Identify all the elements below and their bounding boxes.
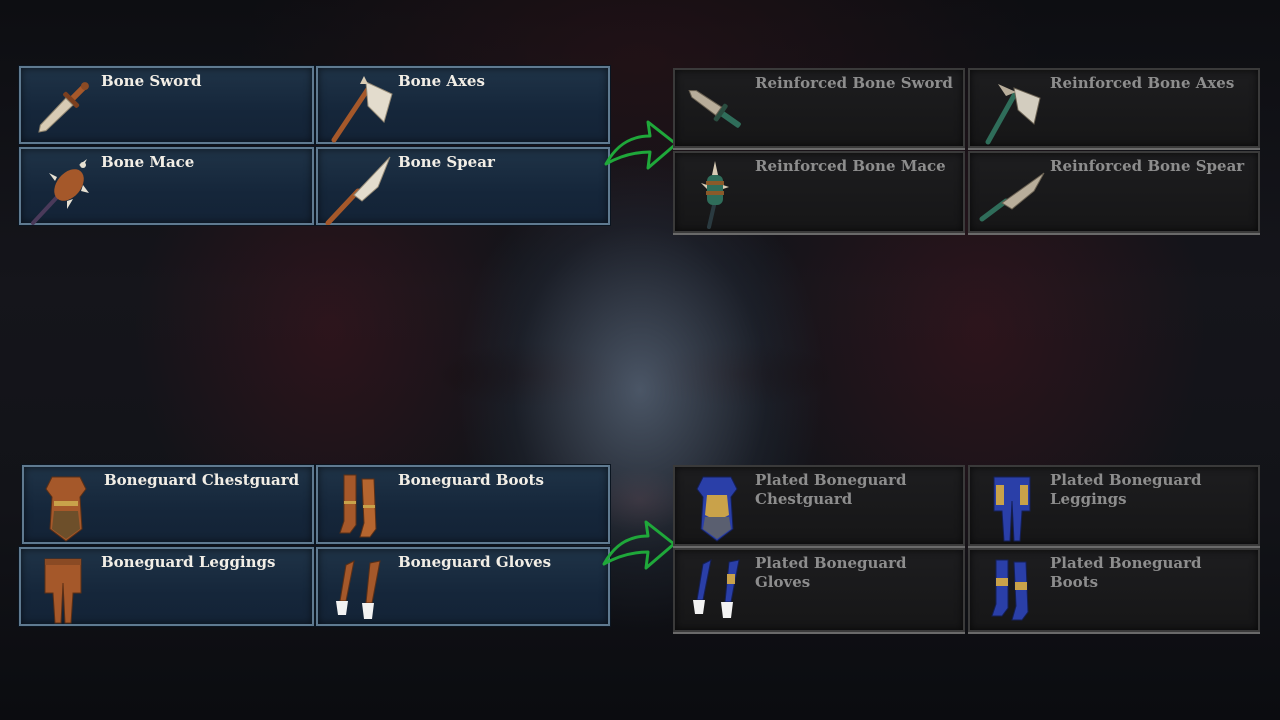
item-name: Boneguard Chestguard [104, 471, 300, 489]
item-name: Bone Spear [398, 153, 495, 171]
item-card-plated-boneguard-boots[interactable]: Plated Boneguard Boots [968, 548, 1260, 632]
item-name: Boneguard Boots [398, 471, 544, 489]
sword-icon [38, 82, 89, 133]
spear-icon [325, 156, 391, 225]
item-card-reinforced-bone-axes[interactable]: Reinforced Bone Axes [968, 68, 1260, 148]
item-card-bone-axes[interactable]: Bone Axes [316, 66, 610, 144]
mace-icon [701, 161, 729, 229]
boots-icon [991, 559, 1029, 621]
leggings-icon [993, 476, 1031, 542]
item-name: Plated Boneguard Boots [1050, 554, 1202, 591]
mace-icon [31, 159, 89, 225]
sword-icon [688, 89, 741, 128]
item-name: Boneguard Gloves [398, 553, 552, 571]
item-card-reinforced-bone-mace[interactable]: Reinforced Bone Mace [673, 151, 965, 233]
item-name: Plated Boneguard Leggings [1050, 471, 1202, 508]
item-name: Reinforced Bone Axes [1050, 74, 1235, 92]
leggings-icon [44, 558, 82, 624]
boots-icon [339, 474, 377, 538]
item-card-boneguard-gloves[interactable]: Boneguard Gloves [316, 547, 610, 626]
upgrade-arrow-icon [602, 520, 676, 570]
item-card-plated-boneguard-leggings[interactable]: Plated Boneguard Leggings [968, 465, 1260, 546]
item-name: Bone Sword [101, 72, 202, 90]
item-card-boneguard-leggings[interactable]: Boneguard Leggings [19, 547, 314, 626]
item-card-reinforced-bone-sword[interactable]: Reinforced Bone Sword [673, 68, 965, 148]
item-card-boneguard-boots[interactable]: Boneguard Boots [316, 465, 610, 544]
gloves-icon [336, 560, 381, 619]
axe-icon [331, 76, 393, 143]
item-card-reinforced-bone-spear[interactable]: Reinforced Bone Spear [968, 151, 1260, 233]
item-name: Reinforced Bone Sword [755, 74, 953, 92]
item-name: Plated Boneguard Chestguard [755, 471, 907, 508]
item-name: Reinforced Bone Mace [755, 157, 946, 175]
item-name: Reinforced Bone Spear [1050, 157, 1245, 175]
upgrade-arrow-icon [604, 120, 678, 170]
item-card-bone-mace[interactable]: Bone Mace [19, 147, 314, 225]
spear-icon [979, 172, 1045, 222]
item-card-bone-spear[interactable]: Bone Spear [316, 147, 610, 225]
item-card-bone-sword[interactable]: Bone Sword [19, 66, 314, 144]
item-card-boneguard-chestguard[interactable]: Boneguard Chestguard [22, 465, 314, 544]
item-name: Bone Mace [101, 153, 195, 171]
gloves-icon [693, 559, 740, 618]
item-card-plated-boneguard-chestguard[interactable]: Plated Boneguard Chestguard [673, 465, 965, 546]
item-name: Boneguard Leggings [101, 553, 276, 571]
chestguard-icon [45, 476, 87, 542]
item-name: Plated Boneguard Gloves [755, 554, 907, 591]
item-name: Bone Axes [398, 72, 485, 90]
item-card-plated-boneguard-gloves[interactable]: Plated Boneguard Gloves [673, 548, 965, 632]
chestguard-icon [696, 476, 738, 542]
axe-icon [985, 84, 1041, 145]
